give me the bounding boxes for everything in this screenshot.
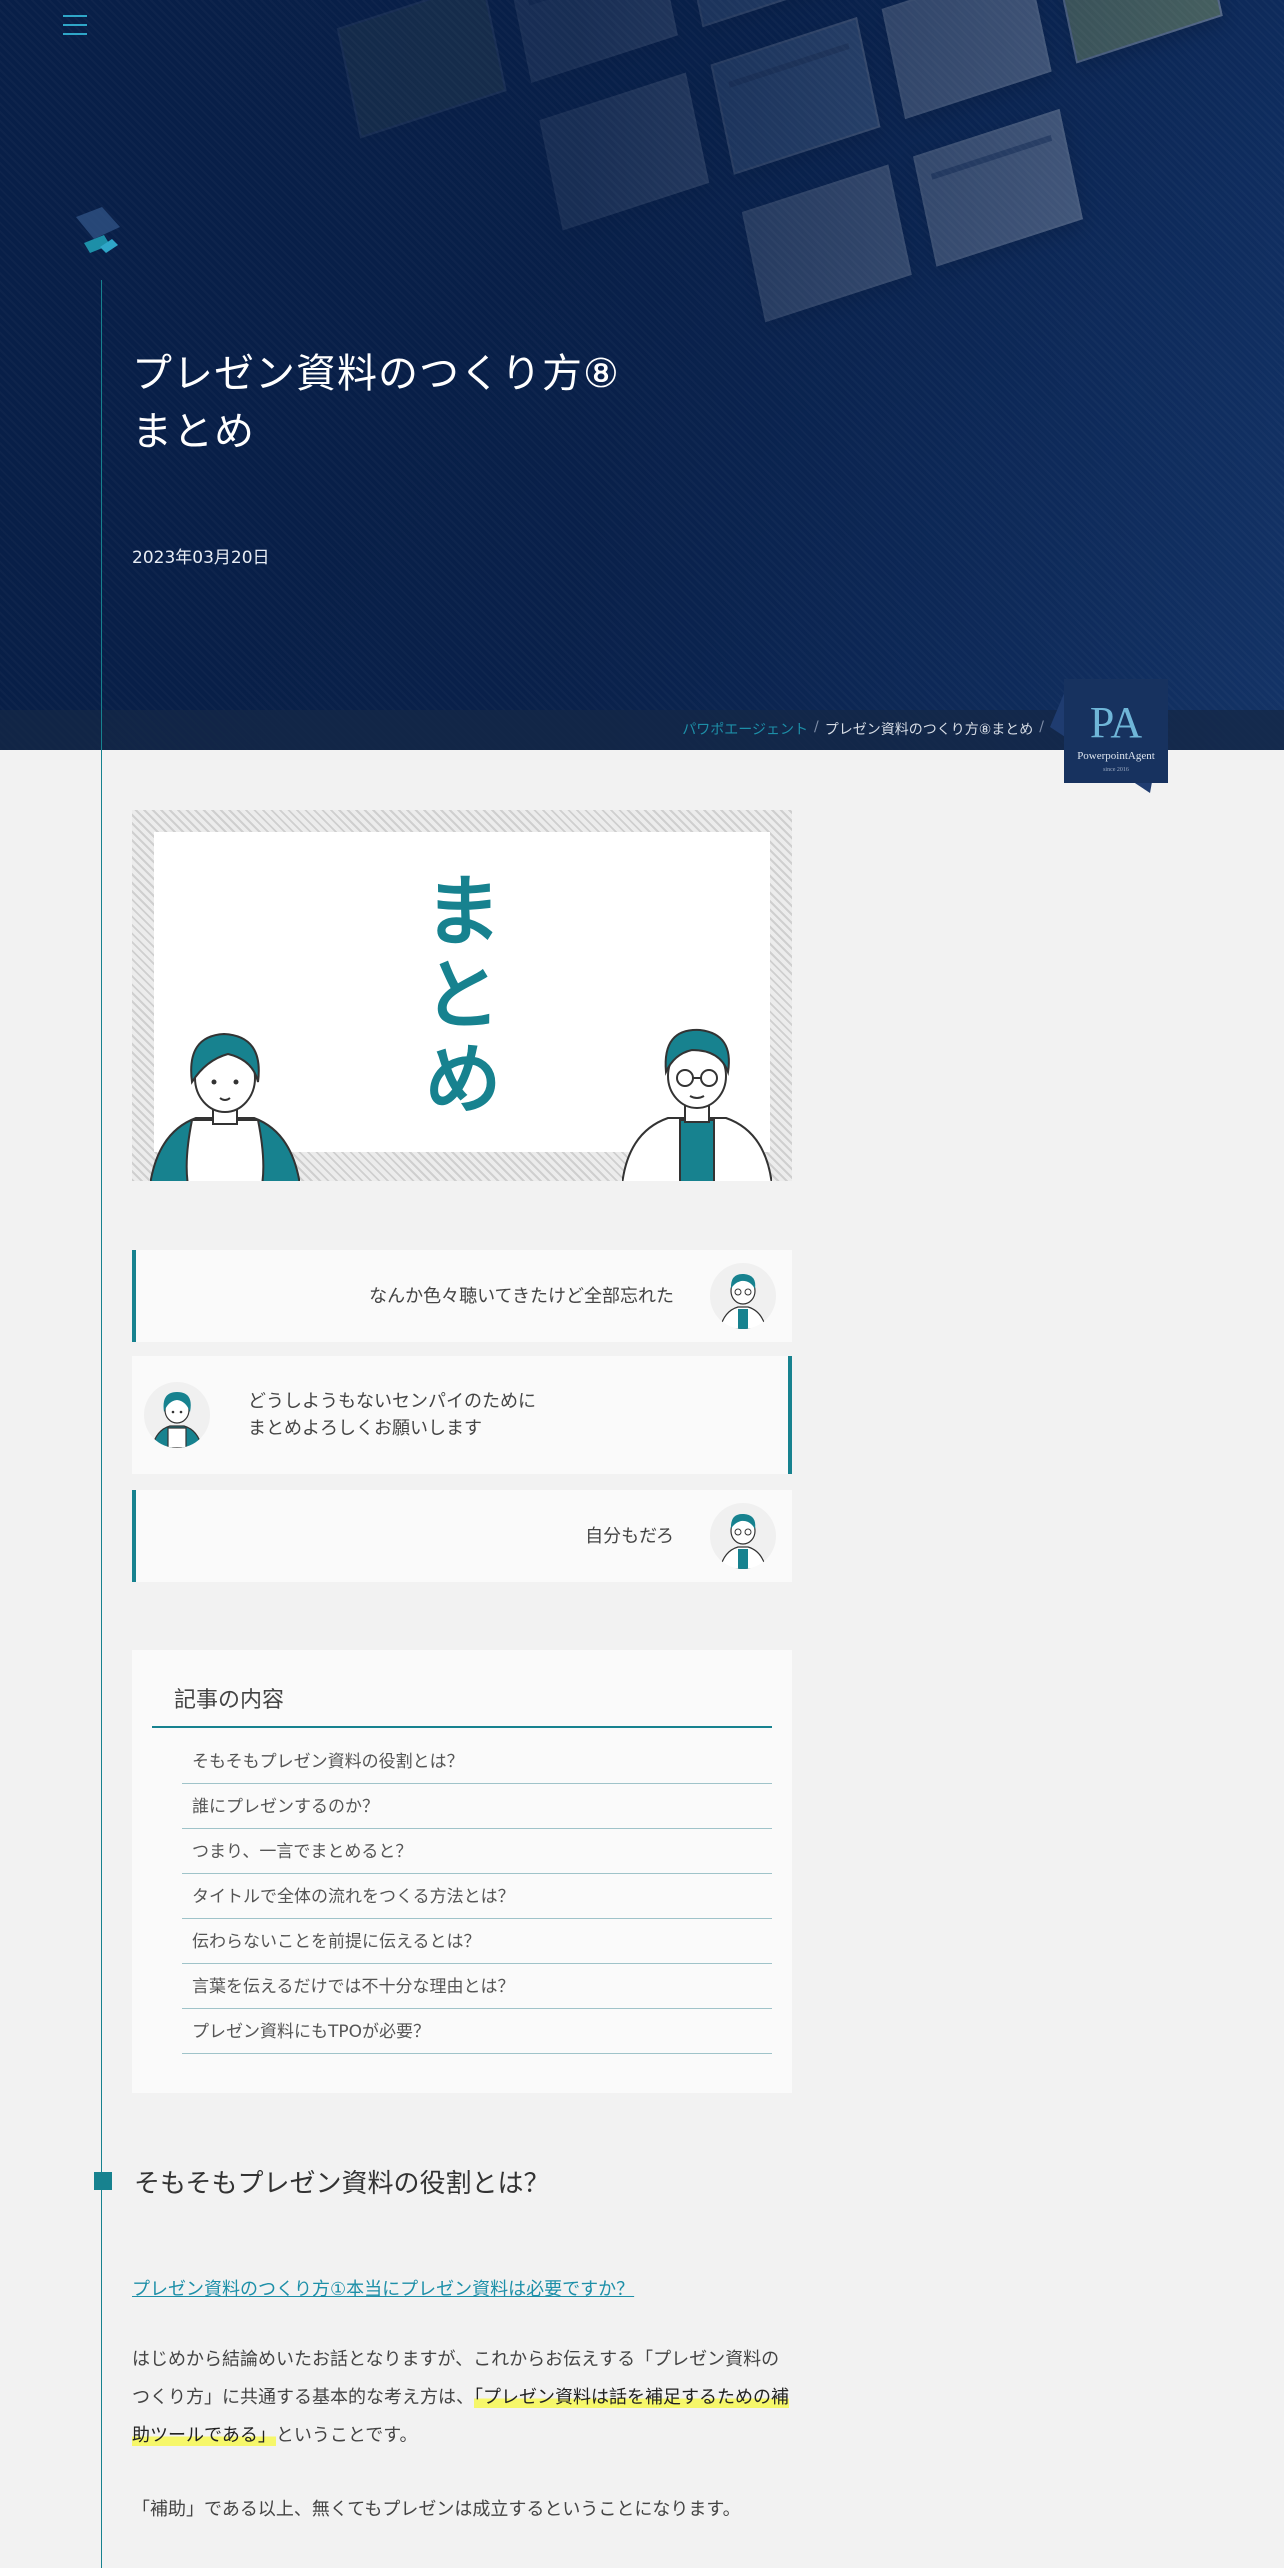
toc-link[interactable]: そもそもプレゼン資料の役割とは？ xyxy=(182,1739,772,1785)
page-title-line2: まとめ xyxy=(132,409,255,455)
man-avatar xyxy=(710,1503,776,1569)
chat-bubble-woman: どうしようもないセンパイのために まとめよろしくお願いします xyxy=(132,1356,792,1474)
toc-link[interactable]: 言葉を伝えるだけでは不十分な理由とは？ xyxy=(182,1964,772,2010)
related-article-link[interactable]: プレゼン資料のつくり方①本当にプレゼン資料は必要ですか？ xyxy=(132,2275,634,2301)
eyecatch-word: まとめ xyxy=(411,870,501,1122)
toc-item: そもそもプレゼン資料の役割とは？ xyxy=(182,1739,772,1784)
breadcrumb-separator: / xyxy=(814,719,819,735)
breadcrumb-current: プレゼン資料のつくり方⑧まとめ xyxy=(824,722,1034,738)
toc-link[interactable]: プレゼン資料にもTPOが必要？ xyxy=(182,2009,772,2055)
logo-monogram: PA xyxy=(1090,698,1142,747)
powerpointagent-logo[interactable]: PA PowerpointAgent since 2016 xyxy=(1050,665,1170,795)
chat-message: 自分もだろ xyxy=(585,1525,674,1547)
toc-item: プレゼン資料にもTPOが必要？ xyxy=(182,2009,772,2054)
chat-message: なんか色々聴いてきたけど全部忘れた xyxy=(369,1285,674,1307)
chat-message: どうしようもないセンパイのために まとめよろしくお願いします xyxy=(248,1388,536,1442)
chat-message-line1: どうしようもないセンパイのために xyxy=(248,1391,536,1412)
man-avatar xyxy=(710,1263,776,1329)
breadcrumb-home-link[interactable]: パワポエージェント xyxy=(682,719,808,739)
logo-since: since 2016 xyxy=(1103,767,1129,773)
section-heading: そもそもプレゼン資料の役割とは？ xyxy=(134,2169,550,2199)
page-title-line1: プレゼン資料のつくり方⑧ xyxy=(132,351,620,397)
body-paragraph: はじめから結論めいたお話となりますが、これからお伝えする「プレゼン資料のつくり方… xyxy=(132,2341,797,2455)
chat-bubble-man: 自分もだろ xyxy=(132,1490,792,1582)
chat-message-line2: まとめよろしくお願いします xyxy=(248,1418,482,1439)
toc-link[interactable]: タイトルで全体の流れをつくる方法とは？ xyxy=(182,1874,772,1920)
toc-title: 記事の内容 xyxy=(174,1688,285,1713)
toc-item: 伝わらないことを前提に伝えるとは？ xyxy=(182,1919,772,1964)
logo-name: PowerpointAgent xyxy=(1077,750,1155,762)
page-title: プレゼン資料のつくり方⑧ まとめ xyxy=(132,345,620,461)
site-mark-icon xyxy=(76,207,120,253)
hamburger-menu-icon[interactable] xyxy=(60,10,90,40)
toc-item: 言葉を伝えるだけでは不十分な理由とは？ xyxy=(182,1964,772,2009)
chat-bubble-man: なんか色々聴いてきたけど全部忘れた xyxy=(132,1250,792,1342)
heading-marker xyxy=(94,2172,112,2190)
toc-link[interactable]: 伝わらないことを前提に伝えるとは？ xyxy=(182,1919,772,1965)
toc-item: つまり、一言でまとめると？ xyxy=(182,1829,772,1874)
toc-link[interactable]: 誰にプレゼンするのか？ xyxy=(182,1784,772,1830)
breadcrumb: パワポエージェント / プレゼン資料のつくり方⑧まとめ / xyxy=(682,719,1044,739)
toc-divider xyxy=(152,1726,772,1728)
hero-banner: プレゼン資料のつくり方⑧ まとめ 2023年03月20日 xyxy=(0,0,1284,750)
toc-link[interactable]: つまり、一言でまとめると？ xyxy=(182,1829,772,1875)
woman-illustration xyxy=(150,1032,300,1181)
timeline-line xyxy=(101,280,102,2568)
toc-list: そもそもプレゼン資料の役割とは？ 誰にプレゼンするのか？ つまり、一言でまとめる… xyxy=(182,1739,772,2054)
woman-avatar xyxy=(144,1382,210,1448)
breadcrumb-separator: / xyxy=(1039,719,1044,735)
post-date: 2023年03月20日 xyxy=(132,548,270,568)
eyecatch-image: まとめ xyxy=(132,810,792,1181)
toc-item: 誰にプレゼンするのか？ xyxy=(182,1784,772,1829)
table-of-contents: 記事の内容 そもそもプレゼン資料の役割とは？ 誰にプレゼンするのか？ つまり、一… xyxy=(132,1650,792,2093)
man-illustration xyxy=(622,1028,772,1181)
body-paragraph: 「補助」である以上、無くてもプレゼンは成立するということになります。 xyxy=(132,2499,741,2520)
toc-item: タイトルで全体の流れをつくる方法とは？ xyxy=(182,1874,772,1919)
paragraph-text: ということです。 xyxy=(275,2425,418,2446)
